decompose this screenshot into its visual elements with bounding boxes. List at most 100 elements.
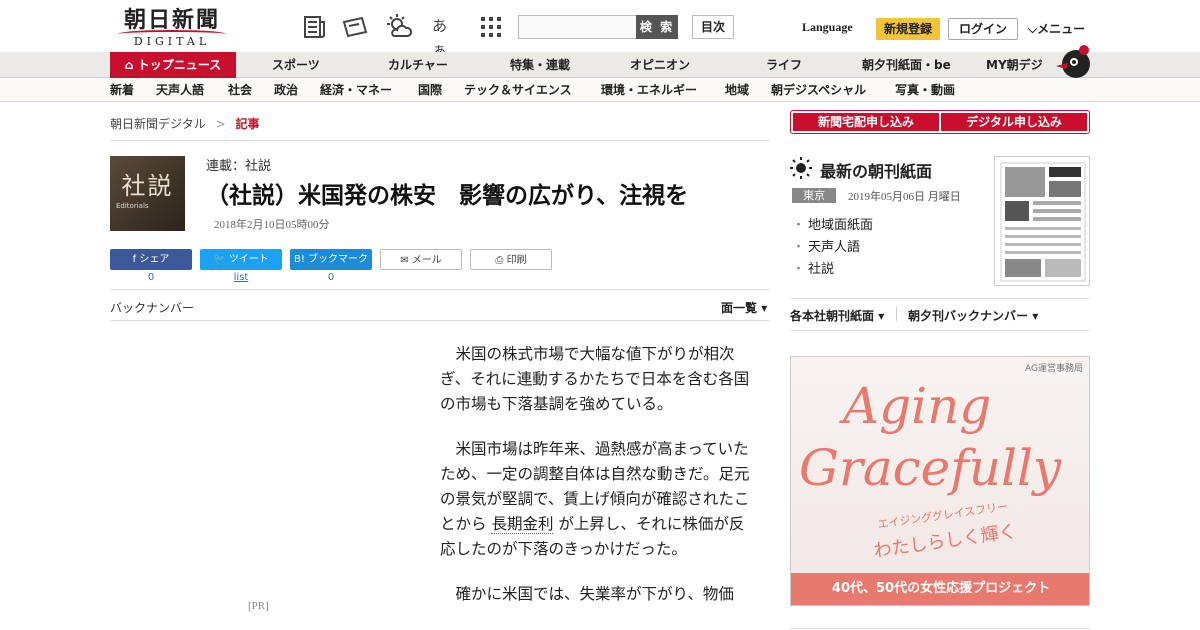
facebook-share-button[interactable]: f シェア xyxy=(110,249,192,270)
newspaper-thumbnail[interactable] xyxy=(994,156,1090,286)
nav-politics[interactable]: 政治 xyxy=(274,79,298,102)
nav-environment[interactable]: 環境・エネルギー xyxy=(601,79,697,102)
nav-label: トップニュース xyxy=(137,58,222,72)
paper-date: 2019年05月06日 月曜日 xyxy=(848,191,961,203)
chevron-down-icon: ⌵ xyxy=(1028,22,1038,36)
share-label: シェア xyxy=(139,254,170,265)
page-title: （社説）米国発の株安 影響の広がり、注視を xyxy=(206,183,689,209)
bookmark-count: 0 xyxy=(327,272,335,283)
hatena-icon: B! xyxy=(293,254,309,265)
nav-culture[interactable]: カルチャー xyxy=(388,52,448,78)
advertisement[interactable]: AG運営事務局 Aging Gracefully エイジンググレイスフリー わた… xyxy=(790,356,1090,606)
tweet-count[interactable]: list xyxy=(200,272,282,283)
back-number-link[interactable]: バックナンバー xyxy=(110,299,194,316)
font-size-icon[interactable]: あぁ xyxy=(432,14,458,59)
divider xyxy=(110,320,770,321)
article-body: 米国の株式市場で大幅な値下がりが相次ぎ、それに連動するかたちで日本を含む各国の市… xyxy=(440,342,750,627)
nav-opinion[interactable]: オピニオン xyxy=(630,52,690,78)
divider xyxy=(790,298,1090,299)
back-number-label: 朝夕刊バックナンバー xyxy=(908,309,1029,323)
nav-society[interactable]: 社会 xyxy=(228,79,252,102)
nav-features[interactable]: 特集・連載 xyxy=(510,52,570,78)
tweet-button[interactable]: 🐦 ツイート xyxy=(200,249,282,270)
sidebar-link-tensei[interactable]: 天声人語 xyxy=(792,236,860,255)
language-link[interactable]: Language xyxy=(802,20,853,35)
regional-papers-label: 各本社朝刊紙面 xyxy=(790,309,875,323)
newspaper-icon[interactable] xyxy=(302,14,328,40)
ad-word-gracefully: Gracefully xyxy=(799,439,1062,497)
series-label[interactable]: 連載：社説 xyxy=(206,155,271,174)
site-header: 朝日新聞 DIGITAL あぁ 検 索 目次 Language 新規登録 ログイ… xyxy=(0,0,1200,59)
toc-button[interactable]: 目次 xyxy=(692,15,734,39)
print-button[interactable]: ⎙ 印刷 xyxy=(470,249,552,270)
logo-sub: DIGITAL xyxy=(133,35,211,48)
newspaper-image xyxy=(1000,162,1086,282)
divider xyxy=(110,289,770,290)
nav-new[interactable]: 新着 xyxy=(110,79,134,102)
nav-photo[interactable]: 写真・動画 xyxy=(895,79,955,102)
subscribe-buttons: 新聞宅配申し込み デジタル申し込み xyxy=(790,110,1090,134)
nav-economy[interactable]: 経済・マネー xyxy=(320,79,392,102)
divider xyxy=(790,628,1090,629)
nav-papers[interactable]: 朝夕刊紙面・be xyxy=(862,52,951,78)
breadcrumb-home[interactable]: 朝日新聞デジタル xyxy=(110,117,206,131)
caret-down-icon: ▾ xyxy=(761,301,768,315)
divider xyxy=(790,330,1090,331)
back-number-dropdown[interactable]: 朝夕刊バックナンバー ▾ xyxy=(908,307,1038,324)
paragraph: 米国市場は昨年来、過熱感が高まっていたため、一定の調整自体は自然な動きだ。足元の… xyxy=(440,437,750,562)
search-button[interactable]: 検 索 xyxy=(636,15,678,39)
menu-button[interactable]: ⌵メニュー xyxy=(1028,20,1085,37)
paragraph: 米国の株式市場で大幅な値下がりが相次ぎ、それに連動するかたちで日本を含む各国の市… xyxy=(440,345,750,413)
bookmark-label: ブックマーク xyxy=(308,254,369,265)
nav-life[interactable]: ライフ xyxy=(766,52,802,78)
editorial-logo[interactable]: 社説 Editorials xyxy=(110,156,185,231)
editorial-logo-en: Editorials xyxy=(116,202,149,210)
ad-bottom-banner: 40代、50代の女性応援プロジェクト xyxy=(791,573,1089,605)
paragraph: 確かに米国では、失業率が下がり、物価 xyxy=(455,585,734,603)
secondary-nav: 新着 天声人語 社会 政治 経済・マネー 国際 テック＆サイエンス 環境・エネル… xyxy=(0,79,1200,102)
breadcrumb-current: 記事 xyxy=(235,117,260,131)
mail-label: メール xyxy=(411,255,442,266)
sidebar-link-editorial[interactable]: 社説 xyxy=(792,258,834,277)
grid-menu-icon[interactable] xyxy=(478,14,504,40)
coupon-icon[interactable] xyxy=(342,14,368,40)
nav-sports[interactable]: スポーツ xyxy=(272,52,320,78)
nav-region[interactable]: 地域 xyxy=(725,79,749,102)
print-label: 印刷 xyxy=(506,255,527,266)
digital-signup-button[interactable]: デジタル申し込み xyxy=(941,113,1087,131)
nav-tech[interactable]: テック＆サイエンス xyxy=(464,79,572,102)
caret-down-icon: ▾ xyxy=(878,309,885,323)
sun-icon xyxy=(790,157,812,179)
ad-word-aging: Aging xyxy=(843,377,992,435)
breadcrumb: 朝日新聞デジタル > 記事 xyxy=(110,115,260,132)
bookmark-button[interactable]: B! ブックマーク xyxy=(290,249,372,270)
tweet-label: ツイート xyxy=(228,254,269,265)
nav-special[interactable]: 朝デジスペシャル xyxy=(771,79,866,102)
region-badge: 東京 xyxy=(792,188,836,203)
mail-button[interactable]: ✉ メール xyxy=(380,249,462,270)
separator xyxy=(896,307,897,321)
editorial-logo-kanji: 社説 xyxy=(121,172,174,200)
login-button[interactable]: ログイン xyxy=(948,18,1018,40)
keyword-link[interactable]: 長期金利 xyxy=(491,515,554,534)
weather-icon[interactable] xyxy=(386,14,412,40)
search-input[interactable] xyxy=(518,15,638,39)
signup-button[interactable]: 新規登録 xyxy=(876,18,940,40)
twitter-icon: 🐦 xyxy=(213,254,229,265)
home-delivery-button[interactable]: 新聞宅配申し込み xyxy=(793,113,939,131)
latest-paper-title[interactable]: 最新の朝刊紙面 xyxy=(820,158,932,182)
regional-papers-dropdown[interactable]: 各本社朝刊紙面 ▾ xyxy=(790,307,884,324)
nav-international[interactable]: 国際 xyxy=(418,79,442,102)
pr-label: [PR] xyxy=(248,600,269,612)
sidebar-link-local[interactable]: 地域面紙面 xyxy=(792,214,873,233)
page-list-label: 面一覧 xyxy=(721,301,758,315)
menu-label: メニュー xyxy=(1037,22,1086,36)
nav-tensei[interactable]: 天声人語 xyxy=(156,79,204,102)
mascot-icon xyxy=(1056,45,1090,78)
page-list-dropdown[interactable]: 面一覧 ▾ xyxy=(721,299,767,316)
article-date: 2018年2月10日05時00分 xyxy=(214,219,330,231)
site-logo[interactable]: 朝日新聞 DIGITAL xyxy=(114,8,230,48)
nav-my-asahi[interactable]: MY朝デジ xyxy=(986,52,1043,78)
nav-top-news[interactable]: ⌂ トップニュース xyxy=(110,52,236,78)
mail-icon: ✉ xyxy=(400,255,412,266)
